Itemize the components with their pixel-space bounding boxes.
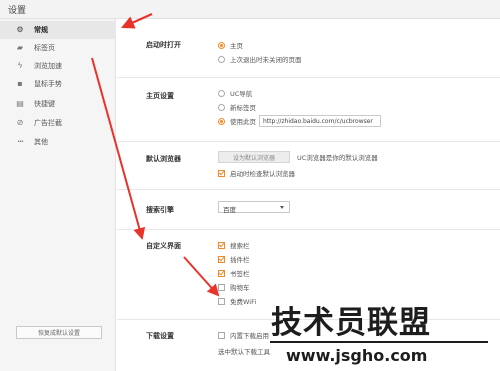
option-label: 搜索栏 (230, 242, 250, 250)
startup-option-last-session[interactable]: 上次退出时未关闭的页面 (218, 54, 302, 64)
option-label: 新标签页 (230, 104, 256, 112)
checkbox[interactable] (218, 297, 225, 305)
sidebar-item-general[interactable]: ⚙ 常规 (0, 21, 116, 39)
sidebar-item-tabs[interactable]: ▰ 标签页 (0, 39, 116, 57)
watermark-divider (270, 341, 488, 343)
search-engine-select[interactable]: 百度 (218, 201, 290, 214)
radio-selected[interactable] (218, 117, 225, 125)
check-default-browser-option[interactable]: 启动时检查默认浏览器 (218, 168, 295, 178)
sidebar-item-label: 标签页 (34, 44, 55, 52)
title-bar: 设置 (0, 0, 500, 19)
sidebar-item-label: 其他 (34, 138, 48, 146)
sidebar-item-shortcuts[interactable]: ▤ 快捷键 (0, 95, 116, 113)
option-label: 插件栏 (230, 256, 250, 264)
homepage-option-new-tab[interactable]: 新标签页 (218, 102, 256, 112)
custom-ui-label: 自定义界面 (146, 242, 181, 250)
option-label: 上次退出时未关闭的页面 (230, 56, 302, 64)
restore-defaults-button[interactable]: 恢复成默认设置 (16, 326, 102, 339)
homepage-url-input[interactable] (259, 115, 381, 127)
sidebar-item-other[interactable]: ••• 其他 (0, 133, 116, 151)
watermark-url: www.jsgho.com (286, 346, 428, 365)
toolbar-option-bookmarks[interactable]: 书签栏 (218, 268, 250, 278)
homepage-option-use-page[interactable]: 使用此页 (218, 116, 256, 126)
option-label: 启动时检查默认浏览器 (230, 170, 295, 178)
search-engine-section: 搜索引擎 (117, 189, 500, 229)
download-label: 下载设置 (146, 332, 174, 340)
startup-label: 启动时打开 (146, 41, 181, 49)
option-label: 主页 (230, 42, 243, 50)
lightning-icon: ϟ (17, 61, 23, 70)
option-label: UC导航 (230, 90, 253, 98)
option-label: 使用此页 (230, 118, 256, 126)
toolbar-option-shopping-cart[interactable]: 购物车 (218, 282, 250, 292)
sidebar-item-acceleration[interactable]: ϟ 浏览加速 (0, 57, 116, 75)
checkbox[interactable] (218, 283, 225, 291)
sidebar-item-ad-block[interactable]: ⊘ 广告拦截 (0, 114, 116, 132)
radio[interactable] (218, 89, 225, 97)
option-label: 免费WiFi (230, 298, 257, 306)
radio-selected[interactable] (218, 41, 225, 49)
homepage-option-uc-nav[interactable]: UC导航 (218, 88, 252, 98)
keyboard-icon: ▤ (16, 99, 24, 108)
toolbar-option-search[interactable]: 搜索栏 (218, 240, 250, 250)
startup-option-home[interactable]: 主页 (218, 40, 243, 50)
sidebar-item-label: 常规 (34, 26, 48, 34)
checkbox-checked[interactable] (218, 169, 225, 177)
option-label: 内置下载启用 (230, 332, 269, 340)
chevron-down-icon (280, 206, 284, 209)
download-tool-note: 选中默认下载工具 (218, 348, 270, 356)
builtin-download-option[interactable]: 内置下载启用 (218, 330, 269, 340)
search-engine-value: 百度 (223, 206, 236, 214)
checkbox-checked[interactable] (218, 255, 225, 263)
sidebar-item-mouse-gestures[interactable]: ▪ 鼠标手势 (0, 75, 116, 93)
sidebar-item-label: 快捷键 (34, 100, 55, 108)
homepage-label: 主页设置 (146, 92, 174, 100)
gear-icon: ⚙ (16, 25, 24, 34)
sidebar-item-label: 广告拦截 (34, 119, 62, 127)
sidebar-item-label: 浏览加速 (34, 62, 62, 70)
default-browser-label: 默认浏览器 (146, 155, 181, 163)
more-icon: ••• (17, 139, 24, 145)
toolbar-option-plugins[interactable]: 插件栏 (218, 254, 250, 264)
sidebar-item-label: 鼠标手势 (34, 80, 62, 88)
option-label: 书签栏 (230, 270, 250, 278)
radio[interactable] (218, 103, 225, 111)
checkbox-checked[interactable] (218, 269, 225, 277)
set-default-browser-button[interactable]: 设为默认浏览器 (218, 151, 290, 163)
checkbox-checked[interactable] (218, 241, 225, 249)
settings-sidebar: ⚙ 常规 ▰ 标签页 ϟ 浏览加速 ▪ 鼠标手势 ▤ 快捷键 ⊘ 广告拦截 ••… (0, 19, 116, 371)
watermark-logo: 技术员联盟 (271, 305, 431, 341)
checkbox[interactable] (218, 331, 225, 339)
homepage-section: 主页设置 UC导航 新标签页 使用此页 (117, 77, 500, 141)
window-title: 设置 (8, 6, 27, 16)
startup-section: 启动时打开 主页 上次退出时未关闭的页面 (117, 19, 500, 85)
option-label: 购物车 (230, 284, 250, 292)
mouse-icon: ▪ (17, 79, 23, 88)
block-icon: ⊘ (16, 118, 24, 127)
radio[interactable] (218, 55, 225, 63)
tab-icon: ▰ (16, 43, 24, 52)
default-browser-status: UC浏览器是你的默认浏览器 (297, 154, 378, 162)
toolbar-option-free-wifi[interactable]: 免费WiFi (218, 296, 256, 306)
search-engine-label: 搜索引擎 (146, 206, 174, 214)
